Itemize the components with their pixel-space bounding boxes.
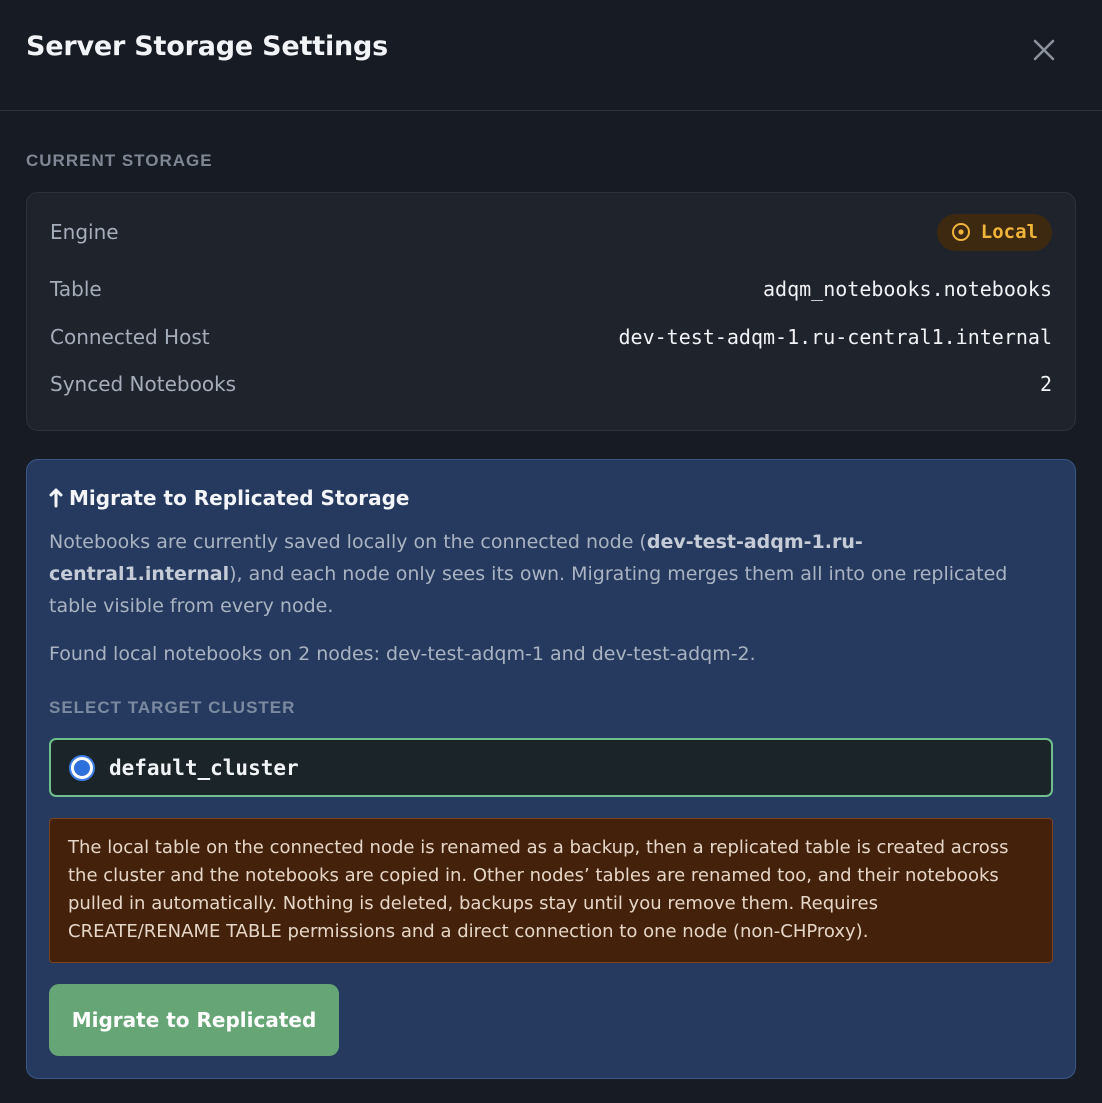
engine-value: Local <box>980 221 1038 243</box>
arrow-up-icon <box>49 488 63 508</box>
select-cluster-label: SELECT TARGET CLUSTER <box>49 698 296 717</box>
connected-host-row: Connected Host dev-test-adqm-1.ru-centra… <box>50 321 1052 353</box>
description-part-1: Notebooks are currently saved locally on… <box>49 531 647 553</box>
migrate-title: Migrate to Replicated Storage <box>49 486 409 510</box>
cluster-name: default_cluster <box>109 755 299 780</box>
current-storage-label: CURRENT STORAGE <box>26 151 213 170</box>
close-icon <box>1033 39 1055 61</box>
table-label: Table <box>50 277 102 301</box>
table-value: adqm_notebooks.notebooks <box>763 277 1052 301</box>
synced-notebooks-label: Synced Notebooks <box>50 372 237 396</box>
migrate-button[interactable]: Migrate to Replicated <box>49 984 339 1056</box>
engine-row: Engine Local <box>50 213 1052 251</box>
migrate-title-text: Migrate to Replicated Storage <box>69 486 410 510</box>
engine-label: Engine <box>50 220 119 244</box>
migration-warning: The local table on the connected node is… <box>49 818 1053 963</box>
dialog-title: Server Storage Settings <box>26 31 389 62</box>
close-button[interactable] <box>1026 32 1062 68</box>
cluster-radio[interactable] <box>69 754 95 781</box>
synced-notebooks-value: 2 <box>1039 372 1052 396</box>
cluster-option-default[interactable]: default_cluster <box>49 738 1053 797</box>
synced-notebooks-row: Synced Notebooks 2 <box>50 368 1052 400</box>
radio-circle-icon <box>951 223 970 241</box>
current-storage-card: Engine Local Table adqm_notebooks.notebo… <box>26 192 1076 431</box>
connected-host-value: dev-test-adqm-1.ru-central1.internal <box>618 325 1052 349</box>
migrate-card: Migrate to Replicated Storage Notebooks … <box>26 459 1076 1079</box>
table-row: Table adqm_notebooks.notebooks <box>50 273 1052 305</box>
migrate-description: Notebooks are currently saved locally on… <box>49 526 1049 622</box>
engine-badge: Local <box>936 213 1052 251</box>
storage-settings-dialog: Server Storage Settings CURRENT STORAGE … <box>0 0 1102 1103</box>
found-notebooks-text: Found local notebooks on 2 nodes: dev-te… <box>49 643 756 665</box>
radio-selected-dot <box>74 759 90 776</box>
dialog-header: Server Storage Settings <box>0 0 1102 111</box>
connected-host-label: Connected Host <box>50 325 210 349</box>
